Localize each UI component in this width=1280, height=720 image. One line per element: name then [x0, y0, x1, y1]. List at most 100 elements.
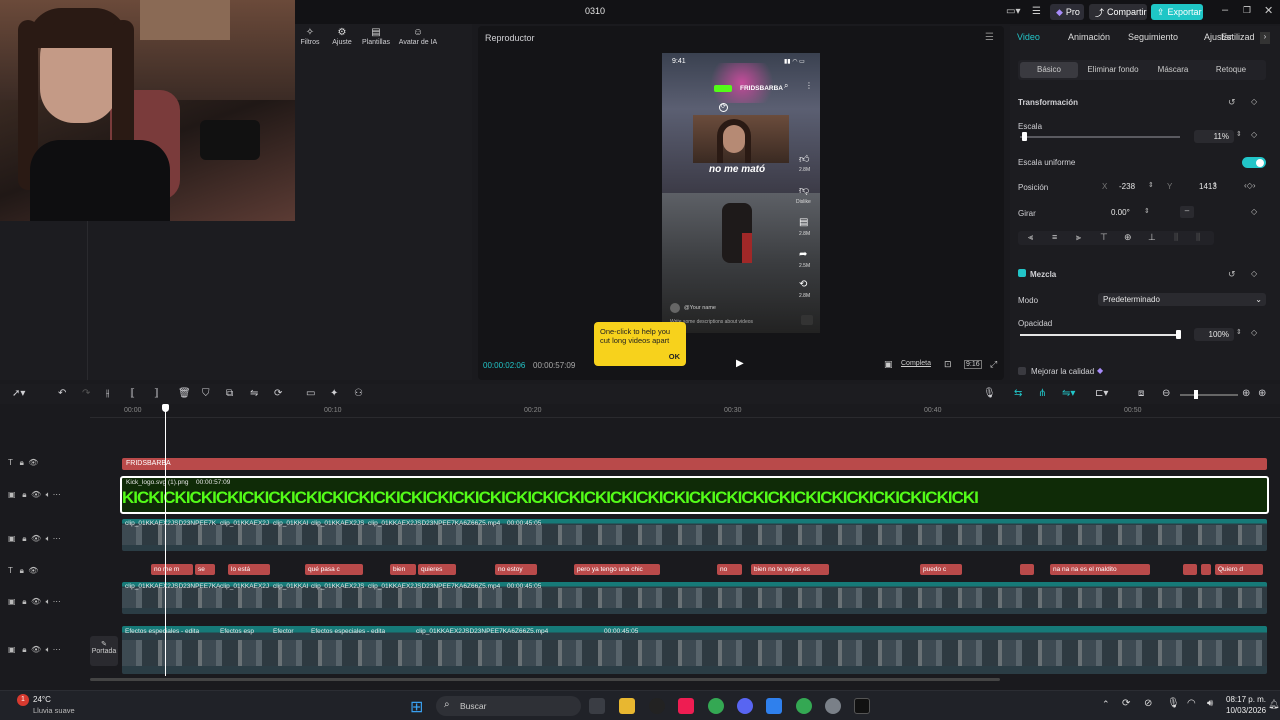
- resize-icon[interactable]: ▭: [306, 388, 315, 399]
- mode-select[interactable]: Predeterminado ⌄: [1098, 293, 1266, 306]
- complete-button[interactable]: Completa: [901, 360, 931, 367]
- ai-avatar-tab[interactable]: ☺ Avatar de IA: [396, 27, 440, 46]
- keyframe-icon[interactable]: ◇: [1251, 269, 1257, 278]
- file-explorer-icon[interactable]: [619, 698, 635, 714]
- tab-video[interactable]: Video: [1017, 32, 1040, 42]
- scale-slider-thumb[interactable]: [1022, 132, 1027, 141]
- keyframe-icon[interactable]: ◇: [1251, 97, 1257, 106]
- chevron-right-icon[interactable]: ›: [1260, 32, 1270, 44]
- caption-clip[interactable]: pero ya tengo una chic: [574, 564, 660, 575]
- maximize-icon[interactable]: ❐: [1243, 5, 1251, 16]
- caption-clip[interactable]: na na na es el maldito: [1050, 564, 1150, 575]
- keyframe-icon[interactable]: ◇: [1251, 328, 1257, 337]
- monitor-icon[interactable]: ▣: [884, 359, 893, 370]
- video-preview[interactable]: 9:41 ▮▮ ◠ ▭ FRIDSBARBA ⌕ ⋮ ⟳ no me mató …: [662, 53, 820, 333]
- align-right-icon[interactable]: ⫸: [1076, 232, 1081, 243]
- zoom-slider-thumb[interactable]: [1194, 390, 1198, 399]
- redo-icon[interactable]: ↷: [82, 388, 90, 399]
- settings-icon[interactable]: [825, 698, 841, 714]
- lock-icon[interactable]: 🔒︎: [20, 566, 24, 575]
- zoom-slider[interactable]: [1180, 394, 1238, 396]
- list-icon[interactable]: ☰: [1032, 6, 1041, 17]
- caption-clip[interactable]: bien: [390, 564, 416, 575]
- quality-checkbox[interactable]: [1018, 367, 1026, 375]
- more-icon[interactable]: ⋯: [53, 645, 61, 654]
- reset-icon[interactable]: ↺: [1228, 269, 1236, 280]
- video-track-1[interactable]: clip_01KKAEX2JSD23NPEE7K clip_01KKAEX2J …: [122, 519, 1267, 551]
- stepper-icon[interactable]: ⇕: [1148, 181, 1154, 189]
- rotate-handle-icon[interactable]: ⟳: [719, 103, 728, 112]
- playhead[interactable]: [165, 406, 166, 676]
- magnet-icon[interactable]: ⋔: [1038, 388, 1046, 399]
- eye-icon[interactable]: 👁︎: [31, 645, 41, 654]
- fit-timeline-icon[interactable]: ⊕: [1258, 388, 1266, 399]
- store-icon[interactable]: [766, 698, 782, 714]
- subtab-retouch[interactable]: Retoque: [1206, 62, 1256, 78]
- preview-axis-icon[interactable]: ⊏▾: [1095, 388, 1108, 399]
- flip-button[interactable]: –: [1180, 206, 1194, 218]
- mute-icon[interactable]: ⊘: [1144, 698, 1152, 709]
- caption-clip[interactable]: qué pasa c: [305, 564, 363, 575]
- pos-y-input[interactable]: 1413: [1194, 180, 1226, 193]
- zoom-out-icon[interactable]: ⊖: [1162, 388, 1170, 399]
- caption-clip[interactable]: lo está: [228, 564, 270, 575]
- volume-icon[interactable]: 🔊︎: [1207, 698, 1213, 709]
- subtab-mask[interactable]: Máscara: [1148, 62, 1198, 78]
- fit-icon[interactable]: ⊡: [944, 359, 952, 370]
- main-video-track[interactable]: Efectos especiales - edita Efectos esp E…: [122, 626, 1267, 674]
- scale-input[interactable]: 11%: [1194, 130, 1234, 143]
- split-left-icon[interactable]: ⟦: [130, 388, 135, 399]
- align-top-icon[interactable]: ⊤: [1100, 232, 1108, 243]
- taskbar-search[interactable]: ⌕ Buscar: [436, 696, 581, 716]
- caption-clip[interactable]: Quiero d: [1215, 564, 1263, 575]
- opacity-slider[interactable]: [1020, 334, 1180, 336]
- zoom-in-icon[interactable]: ⊕: [1242, 388, 1250, 399]
- menu-icon[interactable]: ☰: [985, 32, 994, 43]
- opacity-input[interactable]: 100%: [1194, 328, 1234, 341]
- prev-keyframe-icon[interactable]: ‹◇›: [1244, 181, 1255, 190]
- mirror-icon[interactable]: ⇋: [250, 388, 258, 399]
- chrome-profile-icon[interactable]: [796, 698, 812, 714]
- distribute-h-icon[interactable]: ⫼: [1174, 232, 1178, 243]
- github-icon[interactable]: [649, 698, 665, 714]
- caption-clip[interactable]: no: [717, 564, 742, 575]
- delete-icon[interactable]: 🗑︎: [178, 388, 191, 399]
- lock-icon[interactable]: 🔒︎: [22, 534, 26, 543]
- chain-icon[interactable]: ⇋▾: [1062, 388, 1075, 399]
- blend-checkbox[interactable]: [1018, 269, 1026, 277]
- share-button[interactable]: ⤴ Compartir: [1089, 4, 1147, 20]
- split-icon[interactable]: ⫲: [106, 388, 109, 399]
- tiktok-icon[interactable]: [678, 698, 694, 714]
- magic-icon[interactable]: ✦: [330, 388, 338, 399]
- more-icon[interactable]: ⋯: [53, 490, 61, 499]
- tab-tracking[interactable]: Seguimiento: [1128, 32, 1178, 42]
- more-icon[interactable]: ⋯: [53, 534, 61, 543]
- tab-stylize[interactable]: Estilizad: [1221, 32, 1255, 42]
- distribute-v-icon[interactable]: ⫼: [1196, 232, 1200, 243]
- sync-icon[interactable]: ⟳: [1122, 698, 1130, 709]
- caption-clip[interactable]: [1183, 564, 1197, 575]
- timeline[interactable]: 00:00 00:10 00:20 00:30 00:40 00:50 T 🔒︎…: [0, 404, 1280, 690]
- reset-icon[interactable]: ↺: [1228, 97, 1236, 108]
- lock-icon[interactable]: 🔒︎: [22, 597, 26, 606]
- video-track-2[interactable]: clip_01KKAEX2JSD23NPEE7KA clip_01KKAEX2J…: [122, 582, 1267, 614]
- lock-icon[interactable]: 🔒︎: [22, 490, 26, 499]
- sticker-clip[interactable]: Kick_logo.svg (1).png 00:00:57:09 KICKIC…: [120, 476, 1269, 514]
- export-button[interactable]: ⇪ Exportar: [1151, 4, 1203, 20]
- stepper-icon[interactable]: ⇕: [1212, 181, 1218, 189]
- close-icon[interactable]: ✕: [1264, 4, 1273, 17]
- align-middle-icon[interactable]: ⊕: [1124, 232, 1132, 243]
- lock-icon[interactable]: 🔒︎: [20, 458, 24, 467]
- clock-date[interactable]: 10/03/2026: [1226, 706, 1266, 715]
- opacity-slider-thumb[interactable]: [1176, 330, 1181, 339]
- weather-temp[interactable]: 24°C: [33, 695, 51, 704]
- eye-icon[interactable]: 👁︎: [31, 490, 41, 499]
- text-clip[interactable]: FRIDSBARBA: [122, 458, 1267, 470]
- audio-icon[interactable]: 🔈︎: [46, 534, 51, 543]
- caption-clip[interactable]: [1020, 564, 1034, 575]
- task-view-icon[interactable]: [589, 698, 605, 714]
- mic-icon[interactable]: 🎙︎: [1167, 698, 1180, 709]
- pro-button[interactable]: ◆ Pro: [1050, 4, 1084, 20]
- play-icon[interactable]: ▶: [736, 358, 744, 369]
- stepper-icon[interactable]: ⇕: [1144, 207, 1150, 215]
